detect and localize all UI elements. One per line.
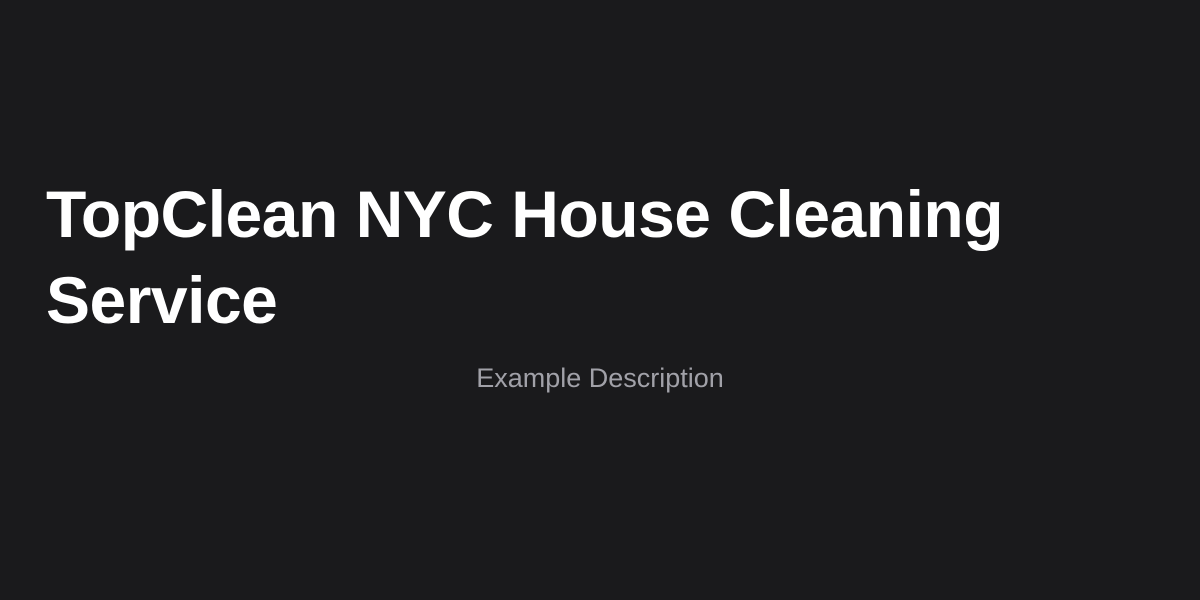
page-description: Example Description: [476, 363, 724, 393]
page-title: TopClean NYC House Cleaning Service: [46, 177, 1004, 337]
social-preview-card: TopClean NYC House Cleaning Service Exam…: [0, 0, 1200, 600]
